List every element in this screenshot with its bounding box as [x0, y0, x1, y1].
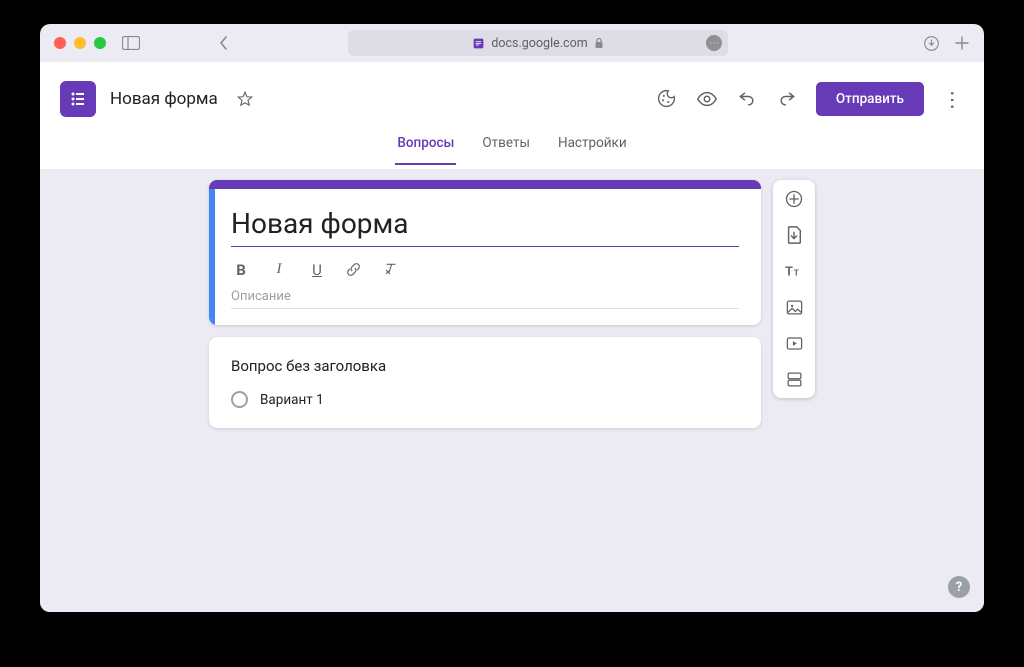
format-toolbar: B I U [231, 253, 739, 289]
lock-icon [594, 37, 604, 49]
side-toolbar: TT [773, 180, 815, 398]
browser-actions [923, 35, 970, 52]
question-card[interactable]: Вопрос без заголовка Вариант 1 [209, 337, 761, 428]
new-tab-icon[interactable] [954, 35, 970, 51]
italic-icon[interactable]: I [269, 261, 289, 279]
add-title-icon[interactable]: TT [783, 260, 805, 282]
forms-logo-icon[interactable] [60, 81, 96, 117]
form-description-input[interactable]: Описание [231, 289, 739, 309]
redo-icon[interactable] [776, 88, 798, 110]
form-title-input[interactable]: Новая форма [231, 207, 739, 247]
send-button[interactable]: Отправить [816, 82, 924, 116]
downloads-icon[interactable] [923, 35, 940, 52]
help-icon[interactable]: ? [948, 576, 970, 598]
svg-text:T: T [785, 264, 793, 279]
add-video-icon[interactable] [783, 332, 805, 354]
question-title[interactable]: Вопрос без заголовка [231, 357, 739, 375]
tab-answers[interactable]: Ответы [480, 135, 532, 163]
tab-questions[interactable]: Вопросы [395, 135, 456, 165]
radio-icon [231, 391, 248, 408]
option-label: Вариант 1 [260, 392, 324, 408]
address-bar[interactable]: docs.google.com ⋯ [348, 30, 728, 56]
star-icon[interactable] [236, 90, 254, 108]
more-icon[interactable]: ⋯ [942, 88, 964, 110]
form-header-card[interactable]: Новая форма B I U Описание [209, 180, 761, 325]
theme-icon[interactable] [656, 88, 678, 110]
form-column: Новая форма B I U Описание Вопрос без за… [209, 180, 761, 612]
minimize-window-button[interactable] [74, 37, 86, 49]
close-window-button[interactable] [54, 37, 66, 49]
add-section-icon[interactable] [783, 368, 805, 390]
undo-icon[interactable] [736, 88, 758, 110]
add-image-icon[interactable] [783, 296, 805, 318]
underline-icon[interactable]: U [307, 261, 327, 279]
document-title[interactable]: Новая форма [110, 89, 218, 109]
window-controls [54, 37, 106, 49]
app-header: Новая форма Отправить ⋯ [40, 62, 984, 135]
site-icon [472, 37, 485, 50]
tab-settings[interactable]: Настройки [556, 135, 629, 163]
reader-icon[interactable]: ⋯ [706, 35, 722, 51]
sidebar-toggle-icon[interactable] [122, 36, 140, 50]
add-question-icon[interactable] [783, 188, 805, 210]
header-actions: Отправить ⋯ [656, 82, 964, 116]
url-text: docs.google.com [491, 36, 587, 51]
back-button[interactable] [218, 35, 230, 51]
svg-text:T: T [793, 268, 799, 278]
bold-icon[interactable]: B [231, 261, 251, 279]
maximize-window-button[interactable] [94, 37, 106, 49]
form-canvas: Новая форма B I U Описание Вопрос без за… [40, 170, 984, 612]
link-icon[interactable] [345, 261, 365, 279]
question-option[interactable]: Вариант 1 [231, 391, 739, 408]
tabs-bar: Вопросы Ответы Настройки [40, 135, 984, 170]
clear-format-icon[interactable] [383, 261, 403, 279]
preview-icon[interactable] [696, 88, 718, 110]
import-questions-icon[interactable] [783, 224, 805, 246]
browser-titlebar: docs.google.com ⋯ [40, 24, 984, 62]
browser-window: docs.google.com ⋯ Новая форма Отправить … [40, 24, 984, 612]
